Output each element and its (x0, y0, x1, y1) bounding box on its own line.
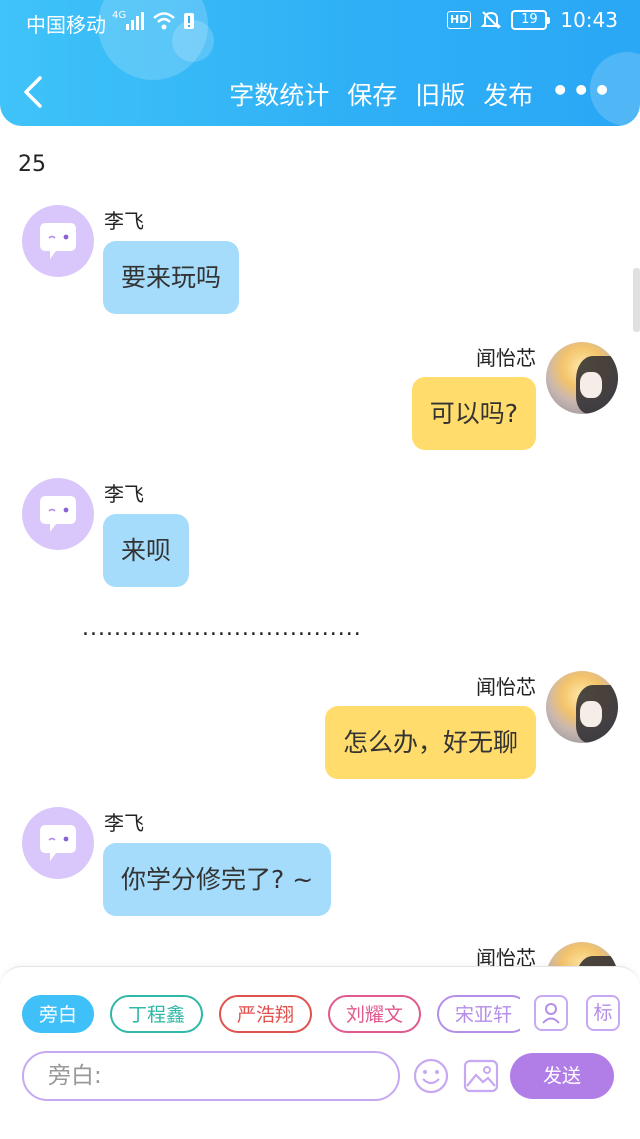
character-chip[interactable]: 宋亚轩 (437, 995, 520, 1033)
back-arrow-icon[interactable] (20, 74, 50, 110)
sender-name: 李飞 (104, 482, 144, 506)
send-button[interactable]: 发送 (510, 1053, 614, 1099)
nav-actions: 字数统计 保存 旧版 发布 ••• (229, 74, 614, 112)
nav-bar: 字数统计 保存 旧版 发布 ••• (0, 60, 640, 126)
message-input[interactable]: 旁白: (22, 1051, 400, 1101)
message-counter: 25 (18, 152, 46, 177)
message-bubble[interactable]: 你学分修完了? ~ (103, 843, 332, 916)
avatar-wen-yixin[interactable] (546, 342, 618, 414)
sim-alert-icon (184, 13, 194, 29)
status-right: HD 19 10:43 (447, 8, 618, 32)
wifi-icon (153, 12, 175, 30)
word-count-button[interactable]: 字数统计 (229, 76, 329, 112)
hd-badge: HD (447, 11, 472, 29)
battery-tip (547, 16, 551, 24)
header: 中国移动 4G HD 19 10:43 字数统计 保存 旧版 发布 ••• (0, 0, 640, 126)
mark-button[interactable]: 标 (586, 995, 620, 1031)
character-chip[interactable]: 刘耀文 (328, 995, 422, 1033)
network-type: 4G (112, 10, 127, 21)
scrollbar[interactable] (633, 268, 640, 332)
person-icon (542, 1003, 560, 1024)
chat-ghost-icon (40, 223, 76, 259)
add-character-icon[interactable] (534, 995, 568, 1031)
publish-button[interactable]: 发布 (483, 76, 533, 112)
more-menu-icon[interactable]: ••• (551, 74, 614, 107)
character-chip[interactable]: 严浩翔 (219, 995, 313, 1033)
scene-separator: ................................... (82, 616, 362, 641)
character-selector: 旁白 丁程鑫 严浩翔 刘耀文 宋亚轩 (22, 995, 520, 1039)
sender-name: 李飞 (104, 811, 144, 835)
battery-level: 19 (511, 10, 548, 30)
message-bubble[interactable]: 可以吗? (411, 377, 536, 450)
message-bubble[interactable]: 怎么办，好无聊 (324, 706, 536, 779)
chat-ghost-icon (40, 496, 76, 532)
battery-indicator: 19 (511, 10, 551, 30)
signal-icon (126, 12, 144, 30)
sender-name: 闻怡芯 (476, 346, 536, 370)
emoji-icon[interactable] (412, 1057, 450, 1095)
sender-name: 李飞 (104, 209, 144, 233)
message-bubble[interactable]: 来呗 (103, 514, 190, 587)
carrier-name: 中国移动 (26, 13, 106, 37)
composer-panel: 旁白 丁程鑫 严浩翔 刘耀文 宋亚轩 标 旁白: 发送 (0, 966, 640, 1139)
sender-name: 闻怡芯 (476, 675, 536, 699)
avatar-li-fei[interactable] (22, 205, 94, 277)
old-version-button[interactable]: 旧版 (415, 76, 465, 112)
avatar-wen-yixin[interactable] (546, 671, 618, 743)
save-button[interactable]: 保存 (347, 76, 397, 112)
avatar-li-fei[interactable] (22, 807, 94, 879)
status-bar: 中国移动 4G HD 19 10:43 (0, 0, 640, 44)
message-bubble[interactable]: 要来玩吗 (103, 241, 240, 314)
mute-bell-icon (481, 11, 502, 29)
chat-ghost-icon (40, 825, 76, 861)
avatar-photo-detail (580, 372, 602, 398)
image-icon[interactable] (462, 1057, 500, 1095)
character-chip-narration[interactable]: 旁白 (22, 995, 94, 1033)
avatar-li-fei[interactable] (22, 478, 94, 550)
clock: 10:43 (560, 8, 618, 32)
character-chip[interactable]: 丁程鑫 (110, 995, 204, 1033)
avatar-photo-detail (580, 701, 602, 727)
